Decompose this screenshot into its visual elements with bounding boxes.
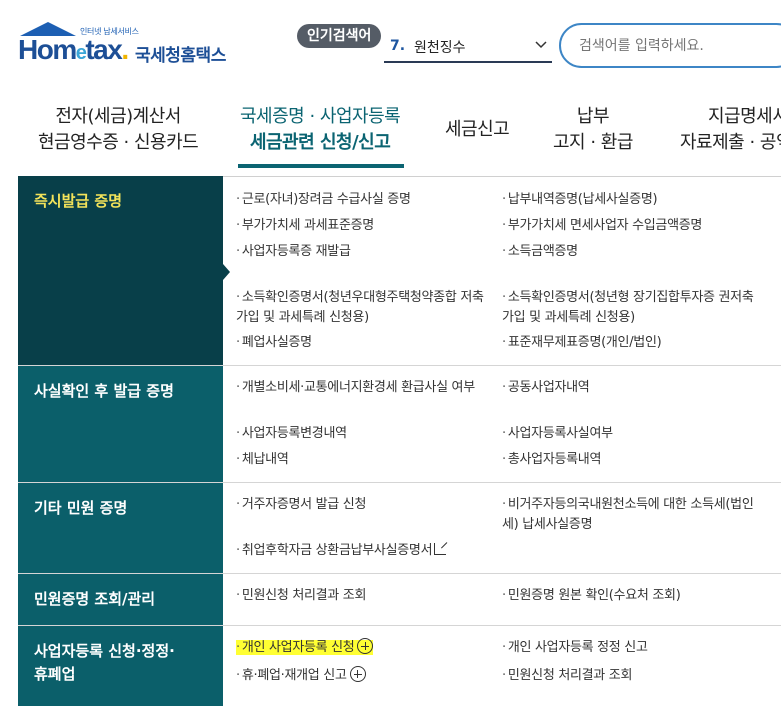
menu-link[interactable]: · 휴·폐업·재개업 신고 [236, 666, 366, 686]
menu-link-business-registration-apply[interactable]: · 개인 사업자등록 신청 [236, 638, 374, 658]
menu-link[interactable]: · 부가가치세 면세사업자 수입금액증명 [502, 216, 702, 236]
nav-tab-line1: 납부 [576, 106, 610, 127]
menu-link[interactable]: · 근로(자녀)장려금 수급사실 증명 [236, 190, 411, 210]
main-nav: 전자(세금)계산서 현금영수증 · 신용카드 국세증명 · 사업자등록 세금관련… [0, 92, 781, 172]
menu-link[interactable]: · 민원신청 처리결과 조회 [236, 586, 366, 606]
menu-row-instant-certificates: 즉시발급 증명 · 근로(자녀)장려금 수급사실 증명 · 부가가치세 과세표준증명… [18, 176, 781, 366]
active-category-pointer [223, 264, 230, 280]
nav-tab-certificates[interactable]: 국세증명 · 사업자등록 세금관련 신청/신고 [240, 104, 401, 156]
nav-tab-line1: 지급명세서 [708, 106, 781, 127]
popular-keyword-rank: 7. [390, 38, 406, 54]
popular-search-badge: 인기검색어 [297, 24, 382, 48]
menu-link[interactable]: · 체납내역 [236, 450, 289, 470]
menu-link[interactable]: · 총사업자등록내역 [502, 450, 601, 470]
menu-link[interactable]: · 소득금액증명 [502, 242, 578, 262]
category-other-certificates[interactable]: 기타 민원 증명 [18, 483, 223, 573]
category-verified-certificates[interactable]: 사실확인 후 발급 증명 [18, 366, 223, 482]
nav-tab-line2: 현금영수증 · 신용카드 [38, 132, 199, 153]
menu-row-verified-certificates: 사실확인 후 발급 증명 · 개별소비세·교통에너지환경세 환급사실 여부 · 사업… [18, 366, 781, 483]
search-input[interactable] [579, 35, 779, 57]
nav-tab-line2: 세금관련 신청/신고 [249, 132, 391, 153]
nav-tab-payment[interactable]: 납부 고지 · 환급 [553, 104, 633, 156]
category-label-line2: 휴폐업 [34, 665, 76, 683]
menu-row-other-certificates: 기타 민원 증명 · 거주자증명서 발급 신청 · 취업후학자금 상환금납부사실증명… [18, 483, 781, 574]
menu-link[interactable]: · 공동사업자내역 [502, 378, 590, 398]
hometax-logo[interactable]: 인터넷 납세서비스 Hometax. 국세청홈택스 [18, 20, 238, 76]
nav-tab-e-invoice[interactable]: 전자(세금)계산서 현금영수증 · 신용카드 [38, 104, 199, 156]
menu-link[interactable]: · 개별소비세·교통에너지환경세 환급사실 여부 [236, 378, 494, 398]
menu-row-business-registration: 사업자등록 신청·정정· 휴폐업 · 개인 사업자등록 신청 · 휴·폐업·재개업 … [18, 626, 781, 706]
plus-circle-icon [349, 666, 366, 682]
header: 인터넷 납세서비스 Hometax. 국세청홈택스 인기검색어 7. 원천징수 [0, 0, 781, 92]
nav-tab-tax-filing[interactable]: 세금신고 [445, 117, 510, 143]
menu-link[interactable]: · 취업후학자금 상환금납부사실증명서 [236, 541, 447, 561]
menu-link[interactable]: · 납부내역증명(납세사실증명) [502, 190, 658, 210]
search-box[interactable] [559, 23, 781, 68]
nav-tab-payment-statement[interactable]: 지급명세서 자료제출 · 공익 [680, 104, 781, 156]
popular-keyword-select[interactable]: 7. 원천징수 [384, 30, 552, 63]
category-certificate-inquiry[interactable]: 민원증명 조회/관리 [18, 574, 223, 625]
menu-link[interactable]: · 거주자증명서 발급 신청 [236, 495, 366, 515]
menu-link[interactable]: · 소득확인증명서(청년형 장기집합투자증 권저축 가입 및 과세특례 신청용) [502, 288, 758, 328]
menu-link[interactable]: · 소득확인증명서(청년우대형주택청약종합 저축 가입 및 과세특례 신청용) [236, 288, 498, 328]
category-instant-certificates[interactable]: 즉시발급 증명 [18, 176, 223, 365]
menu-link[interactable]: · 표준재무제표증명(개인/법인) [502, 333, 662, 353]
menu-link[interactable]: · 사업자등록증 재발급 [236, 242, 351, 262]
menu-link[interactable]: · 폐업사실증명 [236, 333, 312, 353]
category-business-registration[interactable]: 사업자등록 신청·정정· 휴폐업 [18, 626, 223, 706]
menu-link[interactable]: · 사업자등록변경내역 [236, 424, 347, 444]
menu-row-certificate-inquiry: 민원증명 조회/관리 · 민원신청 처리결과 조회 · 민원증명 원본 확인(수요처… [18, 574, 781, 626]
nav-tab-line1: 국세증명 · 사업자등록 [240, 106, 401, 127]
nav-tab-line2: 자료제출 · 공익 [680, 132, 781, 153]
menu-link[interactable]: · 비거주자등의국내원천소득에 대한 소득세(법인세) 납세사실증명 [502, 495, 760, 535]
logo-name-ko: 국세청홈택스 [135, 46, 226, 66]
chevron-down-icon [535, 41, 547, 49]
logo-brand: Hometax. [18, 34, 129, 65]
popular-keyword: 원천징수 [414, 40, 466, 56]
nav-tab-line1: 전자(세금)계산서 [55, 106, 181, 127]
menu-link[interactable]: · 사업자등록사실여부 [502, 424, 613, 444]
nav-tab-line1: 세금신고 [445, 119, 510, 140]
menu-link[interactable]: · 부가가치세 과세표준증명 [236, 216, 374, 236]
external-link-icon [434, 543, 447, 555]
menu-link[interactable]: · 개인 사업자등록 정정 신고 [502, 638, 648, 658]
nav-active-underline [238, 164, 404, 168]
plus-circle-icon [357, 638, 374, 654]
category-label-line1: 사업자등록 신청·정정· [34, 642, 175, 660]
nav-tab-line2: 고지 · 환급 [553, 132, 633, 153]
menu-link[interactable]: · 민원신청 처리결과 조회 [502, 666, 632, 686]
menu-link[interactable]: · 민원증명 원본 확인(수요처 조회) [502, 586, 681, 606]
submenu-panel: 즉시발급 증명 · 근로(자녀)장려금 수급사실 증명 · 부가가치세 과세표준증명… [18, 176, 781, 706]
